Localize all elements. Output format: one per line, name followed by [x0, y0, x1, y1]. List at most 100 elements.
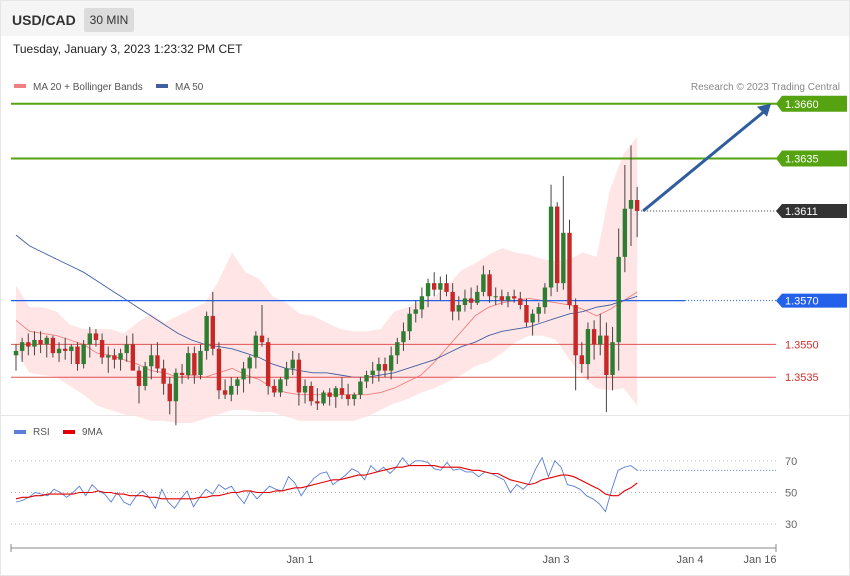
last-price-label: 1.3611	[785, 206, 818, 218]
candle-down	[555, 206, 560, 284]
candle-down	[604, 335, 609, 375]
candle-up	[610, 342, 615, 375]
candle-up	[229, 385, 234, 395]
candle-down	[591, 329, 597, 345]
candle-down	[130, 344, 136, 371]
candle-up	[462, 298, 468, 305]
candle-up	[284, 368, 289, 380]
candle-up	[616, 256, 621, 343]
rsi-tick-label: 70	[785, 456, 797, 468]
candle-up	[204, 315, 209, 351]
candle-down	[93, 333, 99, 340]
candle-up	[124, 344, 129, 354]
candle-down	[26, 342, 31, 347]
candle-up	[475, 291, 480, 303]
candle-up	[32, 340, 37, 347]
candle-down	[155, 355, 160, 369]
candle-down	[210, 315, 215, 349]
candle-up	[186, 353, 191, 375]
candle-down	[50, 337, 56, 354]
candle-down	[136, 370, 142, 386]
candle-up	[407, 313, 412, 332]
candle-up	[358, 381, 363, 395]
candle-up	[456, 305, 461, 312]
candle-up	[585, 329, 591, 365]
candle-down	[573, 305, 578, 356]
candle-up	[142, 366, 148, 386]
candle-down	[518, 298, 523, 305]
candle-down	[382, 364, 388, 371]
candle-up	[333, 388, 338, 397]
pivot-label: 1.3570	[785, 296, 819, 308]
candle-up	[56, 348, 62, 354]
candle-down	[309, 385, 314, 402]
credit-text: Research © 2023 Trading Central	[691, 82, 840, 93]
candle-down	[634, 200, 640, 211]
candle-up	[290, 359, 295, 369]
candle-up	[493, 296, 498, 298]
candle-up	[622, 208, 628, 257]
candle-up	[419, 296, 425, 310]
candle-down	[75, 346, 80, 365]
candle-up	[69, 346, 74, 351]
candle-down	[579, 355, 584, 365]
candle-up	[628, 200, 634, 209]
candle-up	[106, 355, 111, 358]
x-tick-label: Jan 16	[743, 554, 776, 566]
candle-up	[352, 394, 357, 400]
candle-up	[235, 379, 240, 386]
candle-down	[192, 353, 197, 375]
resistance-label: 1.3660	[785, 99, 819, 111]
candle-up	[536, 307, 541, 314]
legend-ma50-swatch	[156, 84, 168, 88]
candle-up	[542, 287, 548, 308]
support-label: 1.3535	[785, 372, 819, 384]
candle-down	[339, 388, 345, 395]
candle-up	[561, 232, 566, 284]
candle-down	[259, 335, 265, 343]
bollinger-bands	[15, 136, 638, 424]
candle-up	[149, 355, 154, 367]
candle-up	[413, 309, 418, 314]
candle-up	[198, 350, 203, 375]
candle-up	[321, 392, 326, 404]
candle-down	[327, 392, 332, 397]
support-label: 1.3550	[785, 339, 819, 351]
candle-up	[241, 368, 246, 380]
bollinger-band	[16, 136, 638, 424]
candle-up	[247, 357, 252, 369]
candle-down	[511, 296, 517, 299]
candle-down	[272, 385, 277, 393]
candle-up	[548, 206, 554, 288]
candle-up	[81, 344, 86, 365]
candle-up	[438, 283, 443, 290]
candle-down	[499, 296, 505, 301]
rsi-tick-label: 30	[785, 519, 797, 531]
candle-down	[112, 355, 117, 360]
candle-up	[364, 375, 369, 382]
resistance-label: 1.3635	[785, 153, 819, 165]
candle-down	[345, 394, 351, 400]
candle-up	[13, 350, 19, 356]
x-axis: Jan 1 Jan 3 Jan 4 Jan 16	[10, 544, 777, 566]
candle-down	[296, 359, 302, 393]
rsi-line	[15, 456, 638, 513]
candle-up	[598, 335, 603, 345]
candle-down	[524, 305, 529, 323]
x-tick-label: Jan 1	[287, 554, 314, 566]
candle-up	[173, 372, 179, 402]
candle-down	[468, 298, 474, 303]
candle-up	[395, 342, 400, 356]
candle-down	[222, 390, 228, 395]
candle-up	[481, 274, 486, 292]
legend-ma20-label: MA 20 + Bollinger Bands	[33, 82, 143, 93]
candle-up	[530, 313, 535, 323]
x-tick-label: Jan 4	[677, 554, 704, 566]
candle-up	[253, 335, 259, 358]
candle-down	[99, 340, 105, 358]
candle-down	[38, 340, 43, 345]
legend-rsi9-label: 9MA	[82, 427, 103, 438]
candle-up	[376, 364, 382, 371]
candle-down	[167, 383, 172, 402]
candle-down	[315, 401, 320, 404]
